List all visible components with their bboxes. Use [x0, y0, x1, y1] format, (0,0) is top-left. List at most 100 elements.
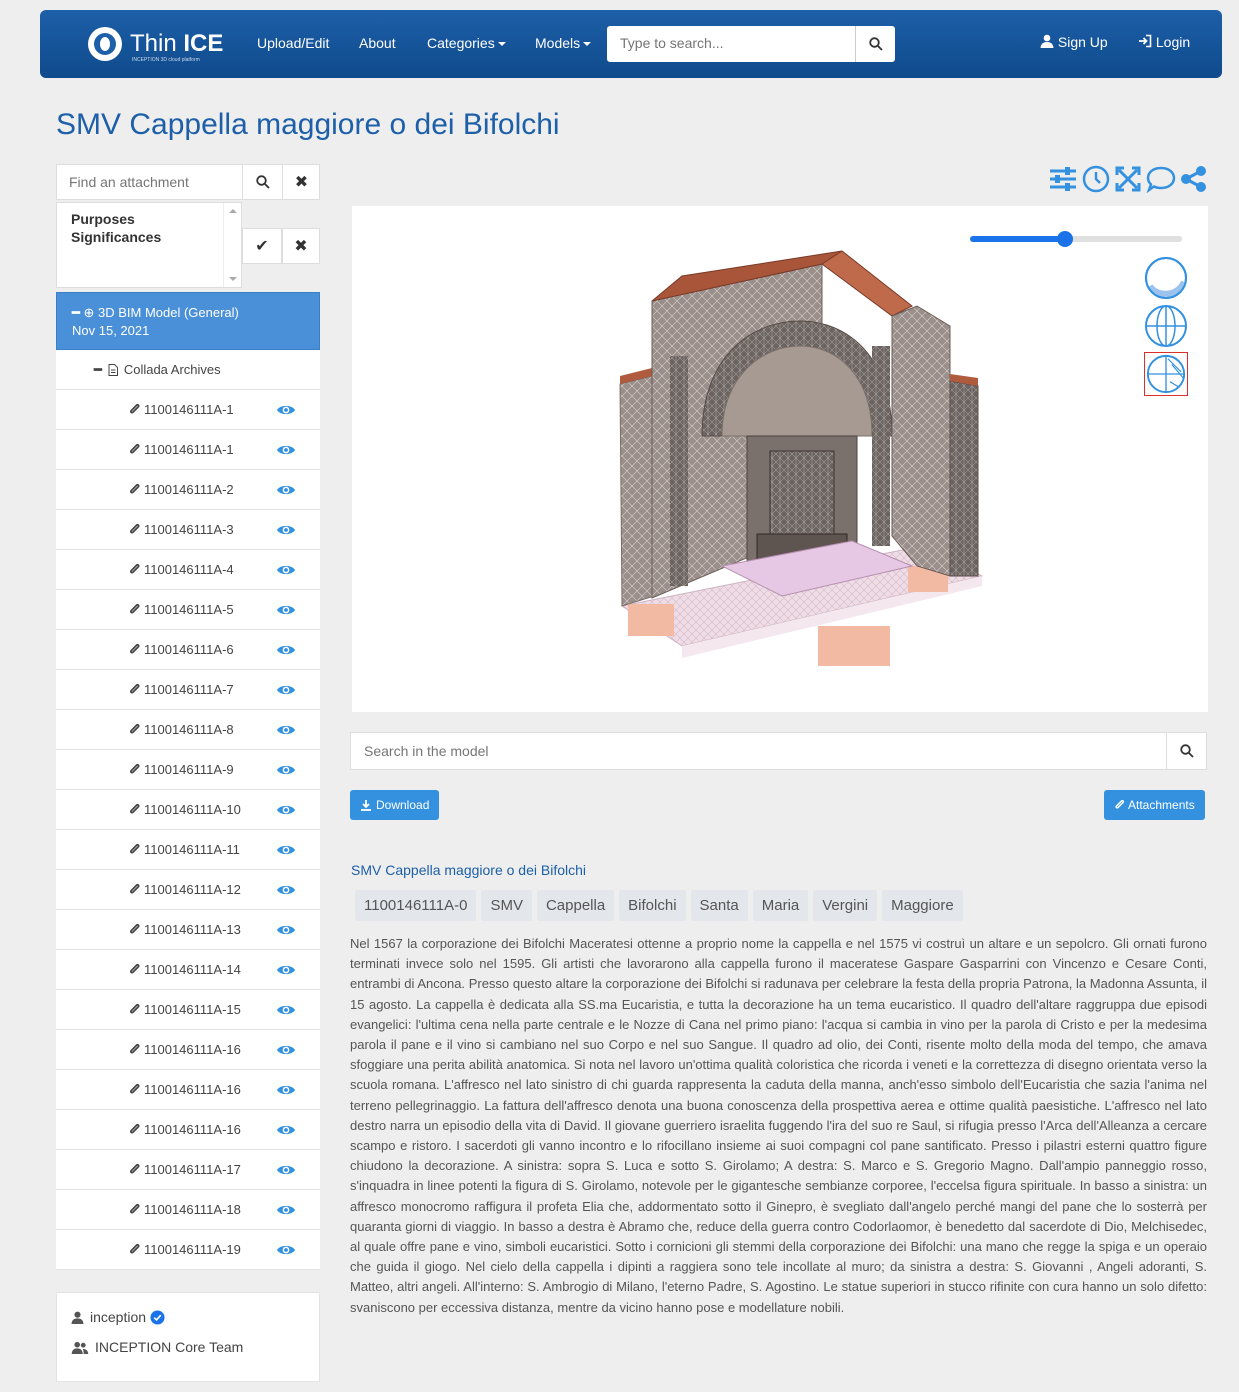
view-globe-button[interactable] — [1144, 304, 1188, 348]
paperclip-icon — [130, 1123, 140, 1134]
download-button[interactable]: Download — [350, 790, 440, 820]
global-search-button[interactable] — [855, 26, 895, 62]
eye-icon[interactable] — [276, 602, 296, 618]
nav-categories[interactable]: Categories — [427, 35, 506, 51]
clear-filter-button[interactable]: ✖ — [282, 228, 320, 264]
tree-file-item[interactable]: 1100146111A-1 — [56, 430, 320, 470]
tree-file-item[interactable]: 1100146111A-3 — [56, 510, 320, 550]
tree-file-item[interactable]: 1100146111A-6 — [56, 630, 320, 670]
signup-link[interactable]: Sign Up — [1040, 34, 1108, 50]
tag-chip[interactable]: 1100146111A-0 — [355, 890, 477, 921]
eye-icon[interactable] — [276, 1122, 296, 1138]
model-subtitle: SMV Cappella maggiore o dei Bifolchi — [351, 862, 587, 878]
tree-file-item[interactable]: 1100146111A-15 — [56, 990, 320, 1030]
attachment-search-clear-button[interactable]: ✖ — [282, 165, 320, 199]
tag-chip[interactable]: Santa — [690, 890, 748, 921]
tree-file-item[interactable]: 1100146111A-19 — [56, 1230, 320, 1270]
paperclip-icon — [130, 443, 140, 454]
owner-team-link[interactable]: INCEPTION Core Team — [71, 1337, 305, 1357]
eye-icon[interactable] — [276, 1162, 296, 1178]
file-name: 1100146111A-15 — [144, 1002, 241, 1017]
purpose-option[interactable]: Purposes — [71, 210, 227, 228]
nav-upload-edit[interactable]: Upload/Edit — [257, 35, 329, 51]
owner-user-link[interactable]: inception — [71, 1307, 305, 1327]
user-icon — [71, 1311, 84, 1324]
nav-models[interactable]: Models — [535, 35, 592, 51]
apply-filter-button[interactable]: ✔ — [242, 228, 282, 264]
tag-chip[interactable]: SMV — [481, 890, 532, 921]
tree-file-item[interactable]: 1100146111A-13 — [56, 910, 320, 950]
history-clock-icon[interactable] — [1082, 165, 1110, 193]
tree-file-item[interactable]: 1100146111A-10 — [56, 790, 320, 830]
attachment-search-input[interactable] — [57, 165, 241, 199]
fullscreen-icon[interactable] — [1114, 165, 1142, 193]
eye-icon[interactable] — [276, 722, 296, 738]
tree-file-item[interactable]: 1100146111A-16 — [56, 1030, 320, 1070]
file-name: 1100146111A-16 — [144, 1082, 241, 1097]
tree-file-item[interactable]: 1100146111A-7 — [56, 670, 320, 710]
tag-chip[interactable]: Maggiore — [882, 890, 963, 921]
eye-icon[interactable] — [276, 762, 296, 778]
tree-file-item[interactable]: 1100146111A-17 — [56, 1150, 320, 1190]
settings-sliders-icon[interactable] — [1048, 166, 1078, 192]
eye-icon[interactable] — [276, 522, 296, 538]
eye-icon[interactable] — [276, 882, 296, 898]
collapse-icon[interactable]: ━ — [72, 305, 80, 320]
tree-file-item[interactable]: 1100146111A-16 — [56, 1110, 320, 1150]
purposes-select[interactable]: Purposes Significances — [56, 202, 242, 288]
zoom-slider[interactable] — [970, 231, 1182, 247]
eye-icon[interactable] — [276, 1082, 296, 1098]
tree-file-item[interactable]: 1100146111A-1 — [56, 390, 320, 430]
tag-list: 1100146111A-0 SMV Cappella Bifolchi Santa Mar… — [355, 890, 968, 921]
tree-root-model[interactable]: ━ ⊕ 3D BIM Model (General) Nov 15, 2021 — [56, 292, 320, 350]
eye-icon[interactable] — [276, 482, 296, 498]
tag-chip[interactable]: Cappella — [536, 890, 615, 921]
tree-file-item[interactable]: 1100146111A-16 — [56, 1070, 320, 1110]
eye-icon[interactable] — [276, 642, 296, 658]
tree-folder-collada[interactable]: ━ Collada Archives — [56, 350, 320, 390]
eye-icon[interactable] — [276, 682, 296, 698]
purpose-option[interactable]: Significances — [71, 228, 227, 246]
tree-file-item[interactable]: 1100146111A-11 — [56, 830, 320, 870]
model-viewer-3d[interactable] — [352, 206, 1208, 712]
eye-icon[interactable] — [276, 562, 296, 578]
eye-icon[interactable] — [276, 442, 296, 458]
eye-icon[interactable] — [276, 842, 296, 858]
eye-icon[interactable] — [276, 1002, 296, 1018]
view-sphere-button[interactable] — [1144, 256, 1188, 300]
tree-file-item[interactable]: 1100146111A-12 — [56, 870, 320, 910]
tree-file-item[interactable]: 1100146111A-14 — [56, 950, 320, 990]
eye-icon[interactable] — [276, 802, 296, 818]
tree-file-item[interactable]: 1100146111A-8 — [56, 710, 320, 750]
paperclip-icon — [130, 963, 140, 974]
nav-about[interactable]: About — [359, 35, 396, 51]
paperclip-icon — [130, 723, 140, 734]
tree-file-item[interactable]: 1100146111A-18 — [56, 1190, 320, 1230]
tag-chip[interactable]: Maria — [752, 890, 809, 921]
model-search-input[interactable] — [351, 733, 1151, 769]
comment-icon[interactable] — [1146, 165, 1176, 193]
eye-icon[interactable] — [276, 922, 296, 938]
share-icon[interactable] — [1180, 165, 1208, 193]
view-section-button[interactable] — [1144, 352, 1188, 396]
eye-icon[interactable] — [276, 1042, 296, 1058]
eye-icon[interactable] — [276, 1202, 296, 1218]
model-search-button[interactable] — [1166, 733, 1206, 769]
tree-file-item[interactable]: 1100146111A-4 — [56, 550, 320, 590]
tree-file-item[interactable]: 1100146111A-2 — [56, 470, 320, 510]
tree-file-item[interactable]: 1100146111A-9 — [56, 750, 320, 790]
attachments-button[interactable]: Attachments — [1104, 790, 1205, 820]
login-link[interactable]: Login — [1138, 34, 1190, 50]
attachment-search-button[interactable] — [242, 165, 282, 199]
tree-file-item[interactable]: 1100146111A-5 — [56, 590, 320, 630]
eye-icon[interactable] — [276, 1242, 296, 1258]
file-name: 1100146111A-1 — [144, 402, 234, 417]
global-search-input[interactable] — [607, 26, 847, 60]
tag-chip[interactable]: Vergini — [813, 890, 878, 921]
tag-chip[interactable]: Bifolchi — [619, 890, 686, 921]
collapse-icon[interactable]: ━ — [94, 362, 102, 378]
eye-icon[interactable] — [276, 402, 296, 418]
purposes-scrollbar[interactable] — [223, 203, 241, 287]
eye-icon[interactable] — [276, 962, 296, 978]
brand-logo-link[interactable]: Thin ICE INCEPTION 3D cloud platform — [88, 22, 223, 66]
